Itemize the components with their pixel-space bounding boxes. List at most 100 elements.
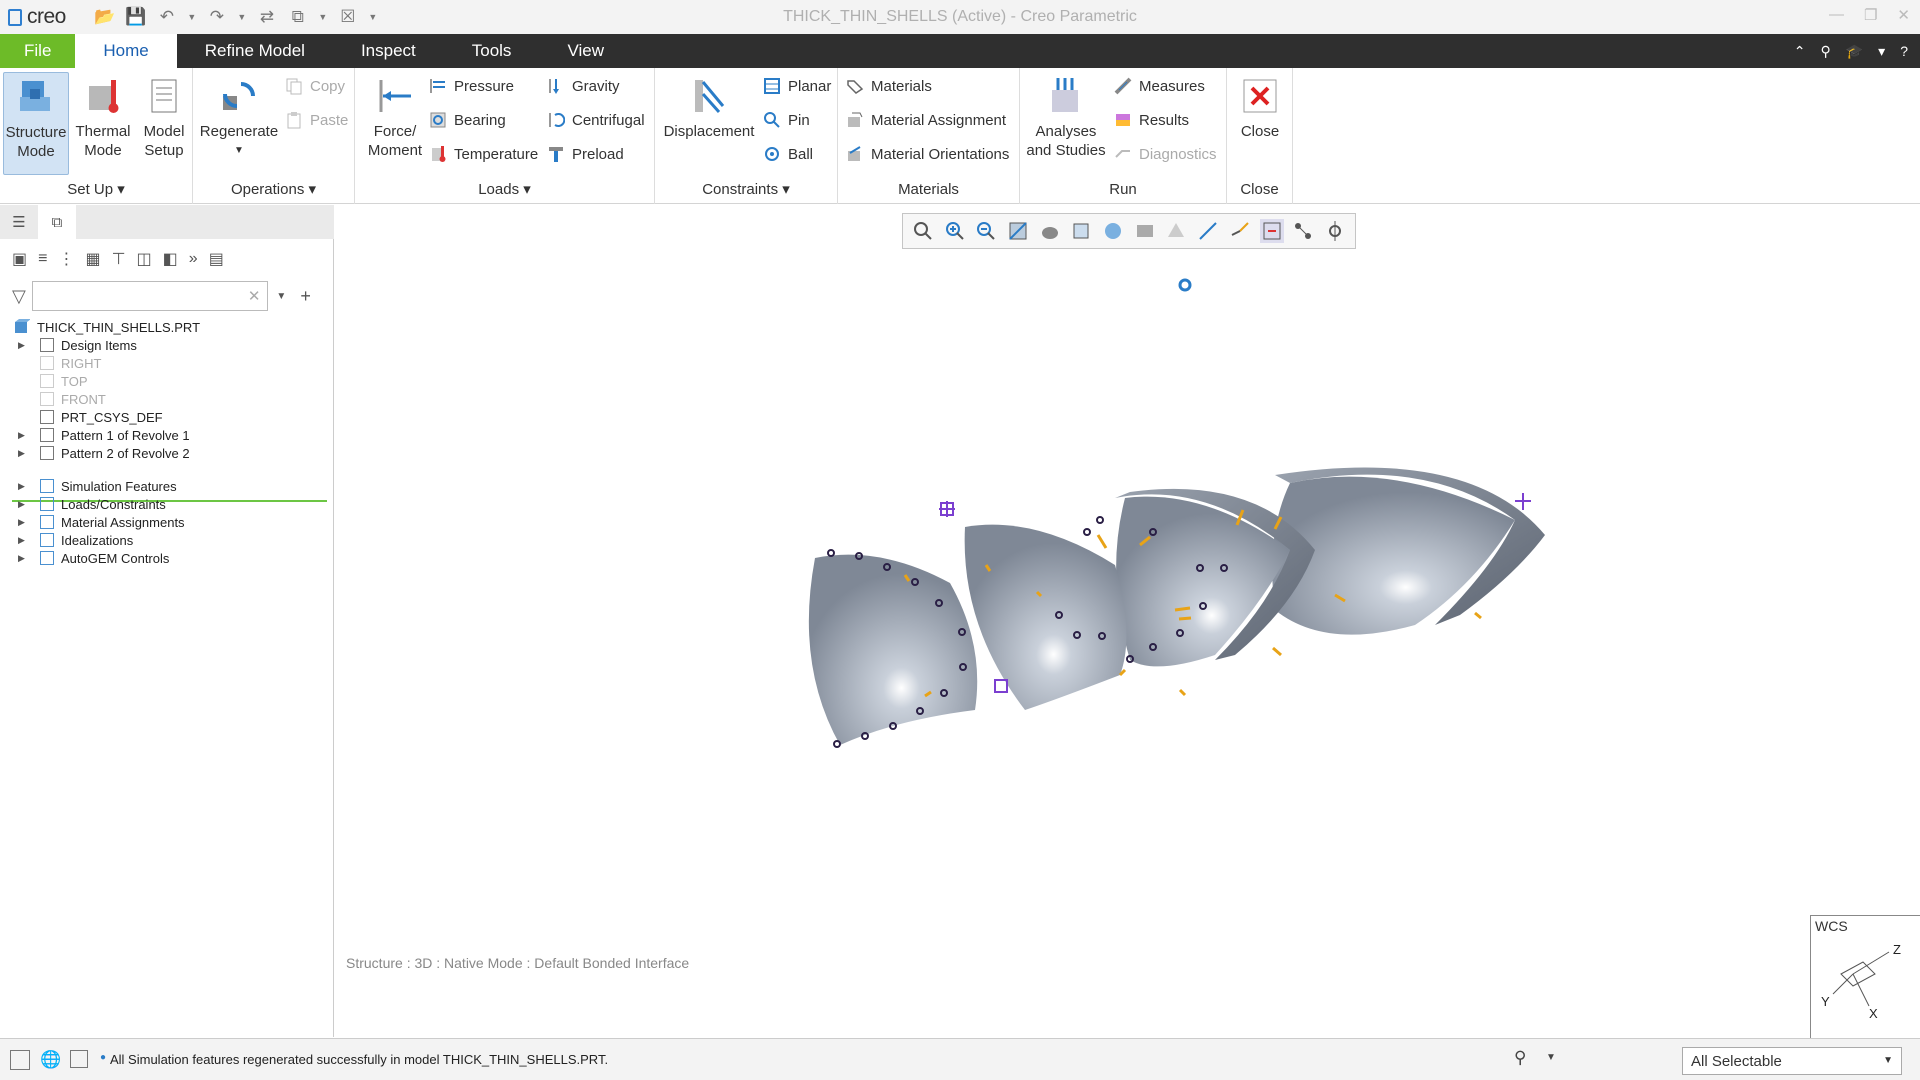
minimize-icon[interactable]: — — [1829, 6, 1844, 24]
temperature-button[interactable]: Temperature — [429, 142, 538, 166]
expand-icon[interactable]: ▶ — [18, 340, 28, 351]
thermal-mode-button[interactable]: Thermal Mode — [72, 72, 134, 160]
find-icon[interactable]: ⚲ — [1514, 1048, 1526, 1068]
tree-columns-icon[interactable]: ⋮ — [58, 249, 74, 269]
undo-dropdown-icon[interactable]: ▼ — [187, 12, 197, 22]
help-icon[interactable]: ? — [1900, 43, 1908, 59]
browser-toggle-icon[interactable]: 🌐 — [40, 1050, 61, 1070]
loads-group-label[interactable]: Loads ▾ — [355, 180, 654, 198]
tab-view[interactable]: View — [539, 34, 632, 68]
planar-button[interactable]: Planar — [763, 74, 831, 98]
section-icon[interactable] — [1164, 219, 1188, 243]
tab-tools[interactable]: Tools — [444, 34, 540, 68]
annotation-display-icon[interactable] — [1291, 219, 1315, 243]
materials-button[interactable]: Materials — [846, 74, 932, 98]
search-dropdown-icon[interactable]: ▼ — [276, 291, 286, 302]
add-filter-icon[interactable]: + — [300, 286, 311, 307]
open-icon[interactable]: 📂 — [94, 7, 116, 27]
tab-file[interactable]: File — [0, 34, 76, 68]
expand-icon[interactable]: ▶ — [18, 499, 28, 510]
tree-columns-toggle-icon[interactable]: ◧ — [163, 249, 178, 269]
csys-display-icon[interactable] — [1228, 219, 1252, 243]
collapse-ribbon-icon[interactable]: ⌃ — [1794, 43, 1806, 60]
material-orientations-button[interactable]: Material Orientations — [846, 142, 1009, 166]
regenerate-button[interactable]: Regenerate ▼ — [197, 72, 281, 160]
display-style-icon[interactable] — [1038, 219, 1062, 243]
search-clear-icon[interactable]: ✕ — [248, 287, 261, 305]
displacement-button[interactable]: Displacement — [661, 72, 757, 141]
more-icon[interactable]: » — [189, 250, 198, 268]
expand-icon[interactable]: ▶ — [18, 535, 28, 546]
datum-display-icon[interactable] — [1196, 219, 1220, 243]
structure-mode-button[interactable]: Structure Mode — [3, 72, 69, 175]
zoom-out-icon[interactable] — [974, 219, 998, 243]
expand-icon[interactable]: ▶ — [18, 430, 28, 441]
tree-search-input[interactable] — [31, 281, 268, 311]
find-dropdown-icon[interactable]: ▼ — [1546, 1052, 1556, 1063]
ball-button[interactable]: Ball — [763, 142, 813, 166]
maximize-icon[interactable]: ❐ — [1864, 6, 1877, 24]
simulation-display-icon[interactable] — [1259, 219, 1284, 243]
copy-button[interactable]: Copy — [285, 74, 345, 98]
view-manager-icon[interactable] — [1101, 219, 1125, 243]
measures-button[interactable]: Measures — [1114, 74, 1205, 98]
force-moment-button[interactable]: Force/ Moment — [359, 72, 431, 160]
saved-orientations-icon[interactable] — [1069, 219, 1093, 243]
gravity-button[interactable]: Gravity — [547, 74, 620, 98]
full-screen-icon[interactable] — [70, 1050, 88, 1068]
tree-table-icon[interactable]: ▦ — [85, 249, 100, 269]
tree-settings-icon[interactable]: ◫ — [137, 249, 152, 269]
spin-center-icon[interactable] — [1323, 219, 1347, 243]
redo-icon[interactable]: ↷ — [206, 7, 228, 27]
regenerate-dropdown-icon[interactable]: ▼ — [234, 141, 244, 160]
search-icon[interactable]: ⚲ — [1820, 43, 1830, 60]
pressure-button[interactable]: Pressure — [429, 74, 514, 98]
display-icon[interactable]: ▣ — [12, 249, 27, 269]
refit-icon[interactable] — [911, 219, 935, 243]
model-setup-button[interactable]: Model Setup — [136, 72, 192, 160]
close-window-icon[interactable]: ☒ — [337, 7, 359, 27]
preload-button[interactable]: Preload — [547, 142, 624, 166]
tree-item[interactable]: ▶ Pattern 2 of Revolve 2 — [0, 442, 190, 464]
expand-icon[interactable]: ▶ — [18, 517, 28, 528]
analyses-and-studies-button[interactable]: Analyses and Studies — [1026, 72, 1106, 160]
perspective-icon[interactable] — [1133, 219, 1157, 243]
tab-refine-model[interactable]: Refine Model — [177, 34, 333, 68]
redo-dropdown-icon[interactable]: ▼ — [237, 12, 247, 22]
centrifugal-button[interactable]: Centrifugal — [547, 108, 645, 132]
windows-icon[interactable]: ⧉ — [287, 7, 309, 27]
expand-icon[interactable]: ▶ — [18, 553, 28, 564]
zoom-in-icon[interactable] — [943, 219, 967, 243]
selection-filter-select[interactable]: All Selectable ▼ — [1682, 1047, 1902, 1075]
results-button[interactable]: Results — [1114, 108, 1189, 132]
tab-inspect[interactable]: Inspect — [333, 34, 444, 68]
graphics-window[interactable] — [335, 205, 1920, 1037]
expand-icon[interactable]: ▶ — [18, 481, 28, 492]
bearing-button[interactable]: Bearing — [429, 108, 506, 132]
layer-tree-tab[interactable]: ⧉ — [38, 205, 76, 239]
model-tree-tab[interactable]: ☰ — [0, 205, 38, 239]
simulation-tree-item[interactable]: ▶ AutoGEM Controls — [0, 547, 169, 569]
windows-dropdown-icon[interactable]: ▼ — [318, 12, 328, 22]
learning-icon[interactable]: 🎓 — [1846, 43, 1863, 60]
constraints-group-label[interactable]: Constraints ▾ — [655, 180, 837, 198]
navigator-toggle-icon[interactable] — [10, 1050, 30, 1070]
repaint-icon[interactable] — [1006, 219, 1030, 243]
operations-group-label[interactable]: Operations ▾ — [193, 180, 354, 198]
undo-icon[interactable]: ↶ — [156, 7, 178, 27]
regenerate-icon[interactable]: ⇄ — [256, 7, 278, 27]
material-assignment-button[interactable]: Material Assignment — [846, 108, 1006, 132]
tree-list-icon[interactable]: ≡ — [38, 250, 47, 268]
tree-filter-icon[interactable]: ⊤ — [112, 249, 126, 269]
tree-notes-icon[interactable]: ▤ — [209, 249, 224, 269]
customize-qat-icon[interactable]: ▼ — [368, 12, 378, 22]
expand-icon[interactable]: ▶ — [18, 448, 28, 459]
dropdown-icon[interactable]: ▾ — [1878, 43, 1885, 60]
setup-group-label[interactable]: Set Up ▾ — [0, 180, 192, 198]
close-icon[interactable]: ✕ — [1897, 6, 1910, 24]
tab-home[interactable]: Home — [75, 34, 177, 68]
close-button[interactable]: Close — [1233, 72, 1287, 141]
save-icon[interactable]: 💾 — [125, 7, 147, 27]
paste-button[interactable]: Paste — [285, 108, 348, 132]
diagnostics-button[interactable]: Diagnostics — [1114, 142, 1217, 166]
